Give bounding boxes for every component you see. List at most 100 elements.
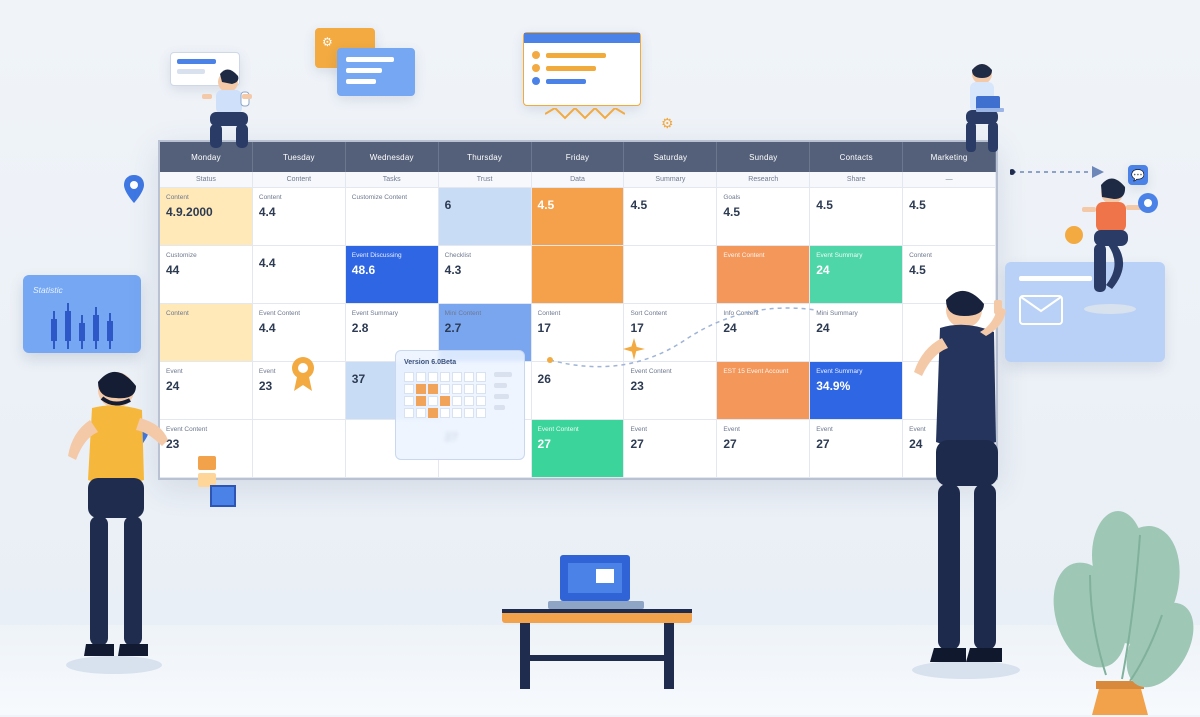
cell-value: 4.4: [259, 256, 339, 270]
cell-value: 4.5: [723, 205, 803, 219]
person-man-left: [44, 360, 184, 680]
cell-label: Event Content: [538, 426, 618, 433]
cell-value: 44: [166, 263, 246, 277]
person-man-right: [886, 282, 1046, 682]
sub-header: Research: [717, 172, 810, 188]
cell-label: Event: [816, 426, 896, 433]
cell-label: Event Summary: [816, 368, 896, 375]
cell-value: 4.4: [259, 321, 339, 335]
column-header[interactable]: Wednesday: [346, 142, 439, 172]
board-cell[interactable]: [624, 246, 717, 304]
plant: [1030, 465, 1200, 715]
sub-header: —: [903, 172, 996, 188]
badge-icon: [288, 355, 318, 393]
board-cell[interactable]: [253, 420, 346, 478]
column-header[interactable]: Sunday: [717, 142, 810, 172]
cell-value: 27: [723, 437, 803, 451]
board-cell[interactable]: Event 27: [717, 420, 810, 478]
column-header[interactable]: Tuesday: [253, 142, 346, 172]
cell-value: 4.4: [259, 205, 339, 219]
board-cell[interactable]: Event Content 27: [532, 420, 625, 478]
cell-label: Event Content: [723, 252, 803, 259]
board-cell[interactable]: 4.5: [810, 188, 903, 246]
board-cell[interactable]: Event Content: [717, 246, 810, 304]
cell-value: 2.7: [445, 321, 525, 335]
board-cell[interactable]: [532, 246, 625, 304]
cell-value: 2.8: [352, 321, 432, 335]
cell-label: Customize: [166, 252, 246, 259]
board-cell[interactable]: 4.5: [532, 188, 625, 246]
mini-blocks: [198, 456, 216, 487]
cell-label: Content: [166, 310, 246, 317]
sub-header: Content: [253, 172, 346, 188]
calendar-popup[interactable]: Version 6.0Beta: [395, 350, 525, 460]
cell-label: Content: [259, 194, 339, 201]
column-header[interactable]: Saturday: [624, 142, 717, 172]
board-cell[interactable]: 4.4: [253, 246, 346, 304]
cell-value: 4.5: [538, 198, 618, 212]
dashed-path: [545, 300, 825, 390]
cell-value: 34.9%: [816, 379, 896, 393]
cell-value: 4.5: [816, 198, 896, 212]
cell-value: 6: [445, 198, 525, 212]
gear-icon: ⚙: [661, 115, 674, 132]
board-cell[interactable]: 4.5: [624, 188, 717, 246]
person-laptop: [948, 60, 1018, 160]
cell-value: 4.3: [445, 263, 525, 277]
checklist-popup: [523, 32, 641, 106]
calendar-grid: [404, 372, 486, 418]
cell-value: 24: [816, 321, 896, 335]
sub-header: Trust: [439, 172, 532, 188]
board-cell[interactable]: Content 4.4: [253, 188, 346, 246]
board-cell[interactable]: Content: [160, 304, 253, 362]
board-cell[interactable]: Customize 44: [160, 246, 253, 304]
board-cell[interactable]: Customize Content: [346, 188, 439, 246]
cell-label: Event Content: [259, 310, 339, 317]
cell-label: Event Summary: [352, 310, 432, 317]
cell-label: Goals: [723, 194, 803, 201]
board-cell[interactable]: Event 27: [624, 420, 717, 478]
mini-block-blue: [210, 485, 236, 507]
board-cell[interactable]: Content 4.9.2000: [160, 188, 253, 246]
board-cell[interactable]: 6: [439, 188, 532, 246]
pin-icon: [123, 175, 145, 203]
sub-header: Summary: [624, 172, 717, 188]
zigzag-underline: [545, 108, 625, 120]
cell-value: 4.9.2000: [166, 205, 246, 219]
column-header[interactable]: Contacts: [810, 142, 903, 172]
cell-label: Mini Summary: [816, 310, 896, 317]
cell-value: 48.6: [352, 263, 432, 277]
cell-value: 27: [630, 437, 710, 451]
cell-label: Event: [630, 426, 710, 433]
sub-header: Share: [810, 172, 903, 188]
sub-header: Data: [532, 172, 625, 188]
dashed-arrow: [1010, 158, 1110, 188]
note-card-blue: [337, 48, 415, 96]
analytics-title: Statistic: [33, 285, 131, 295]
board-cell[interactable]: Checklist 4.3: [439, 246, 532, 304]
cell-label: Content: [166, 194, 246, 201]
cell-value: 4.5: [909, 198, 989, 212]
board-cell[interactable]: Event Discussing 48.6: [346, 246, 439, 304]
cell-value: 4.5: [630, 198, 710, 212]
cell-label: Checklist: [445, 252, 525, 259]
person-woman-phone: [1052, 175, 1162, 325]
cell-value: 27: [538, 437, 618, 451]
column-header[interactable]: Thursday: [439, 142, 532, 172]
cell-value: 24: [816, 263, 896, 277]
column-header[interactable]: Friday: [532, 142, 625, 172]
sub-header: Status: [160, 172, 253, 188]
board-cell[interactable]: 4.5: [903, 188, 996, 246]
person-sitting: [188, 68, 266, 158]
column-header-row: Monday Tuesday Wednesday Thursday Friday…: [160, 142, 996, 172]
desk: [492, 555, 702, 695]
cell-label: Event Discussing: [352, 252, 432, 259]
analytics-widget: Statistic: [23, 275, 141, 353]
sub-header-row: Status Content Tasks Trust Data Summary …: [160, 172, 996, 188]
cell-label: Mini Content: [445, 310, 525, 317]
cell-value: 4.5: [909, 263, 989, 277]
board-cell[interactable]: Event Content 4.4: [253, 304, 346, 362]
cell-label: Event: [723, 426, 803, 433]
board-cell[interactable]: Goals 4.5: [717, 188, 810, 246]
cell-value: 27: [816, 437, 896, 451]
